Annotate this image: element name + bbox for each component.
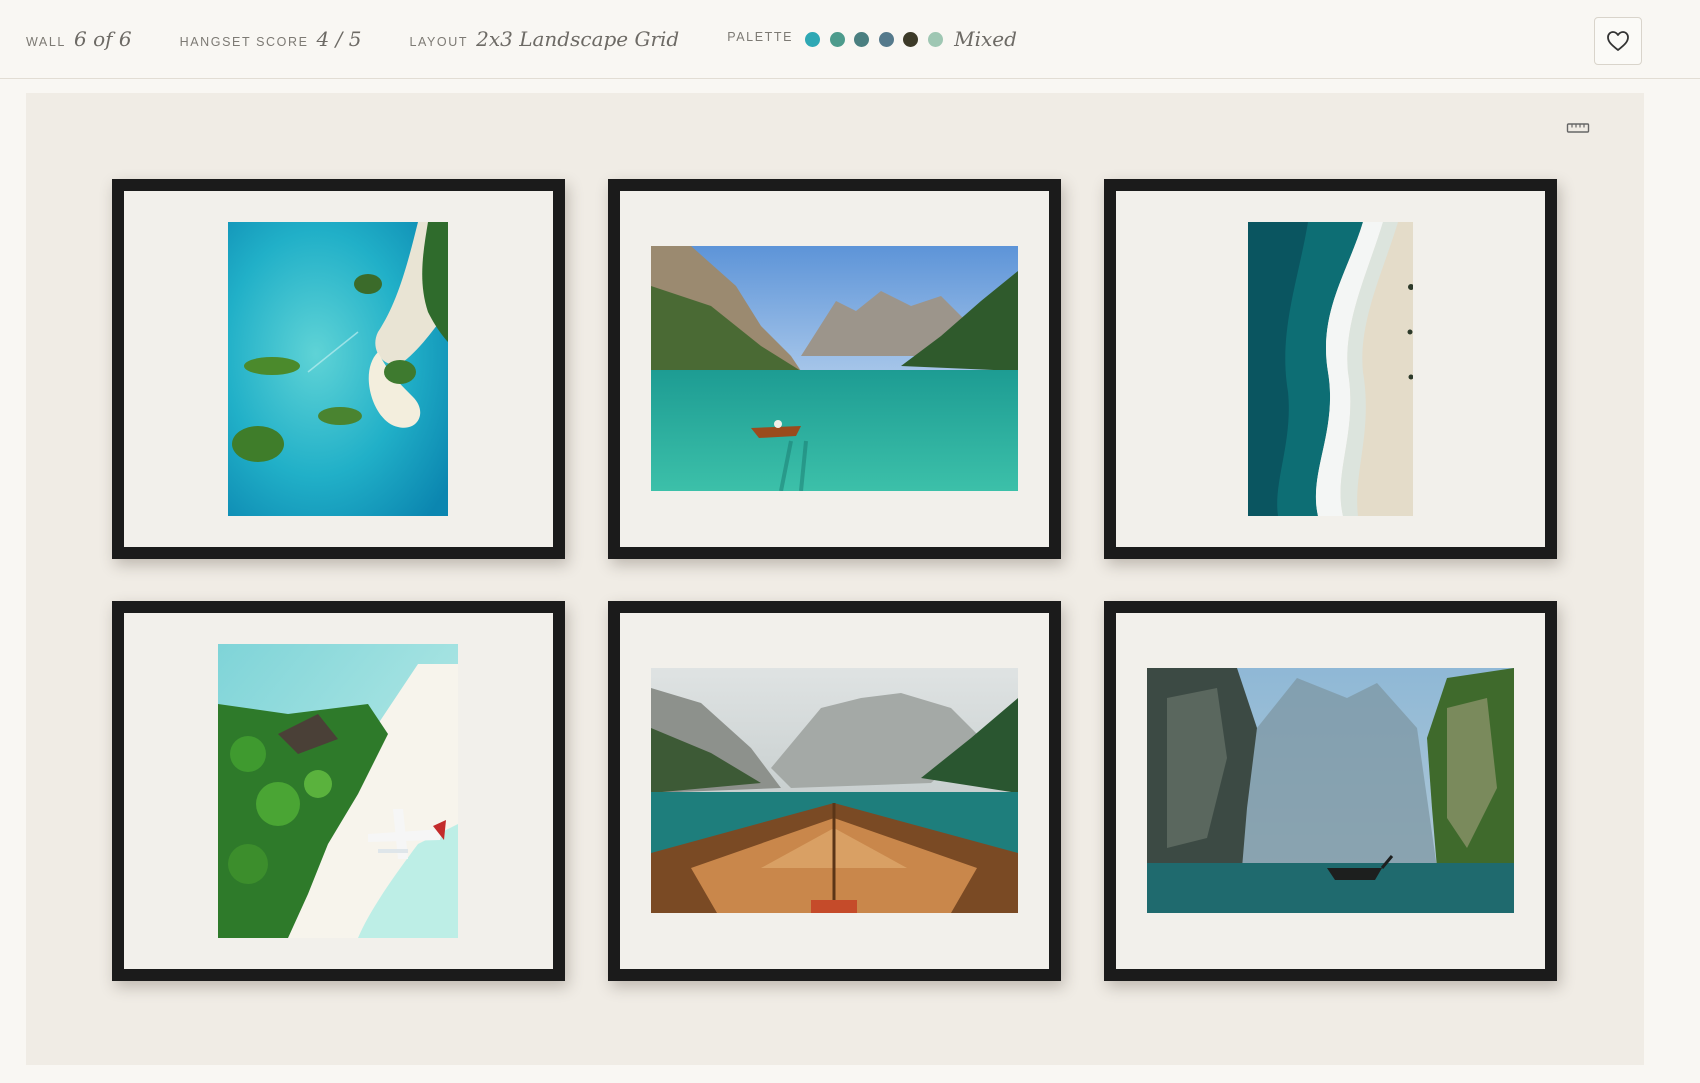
- score-value: 4 / 5: [316, 27, 362, 51]
- wall-value: 6 of 6: [73, 27, 132, 51]
- hangset-score: HANGSET SCORE 4 / 5: [180, 27, 362, 51]
- palette-info: PALETTE Mixed: [727, 27, 1017, 51]
- score-label: HANGSET SCORE: [179, 35, 309, 49]
- artwork-ocean-beach-wave: [1248, 222, 1413, 516]
- artwork-boat-bow-lake: [651, 668, 1018, 913]
- artwork-tropical-islands: [228, 222, 448, 516]
- palette-swatch-4: [878, 31, 894, 47]
- palette-swatch-3: [854, 31, 870, 47]
- palette-swatches: [805, 31, 952, 47]
- wall-label: WALL: [26, 35, 66, 49]
- frame-4[interactable]: [112, 601, 565, 981]
- layout-label: LAYOUT: [409, 35, 469, 49]
- palette-swatch-2: [829, 31, 845, 47]
- artwork-mountain-lake-rowboat: [651, 246, 1018, 491]
- palette-label: PALETTE: [727, 30, 794, 44]
- ruler-icon: [1566, 123, 1590, 133]
- palette-swatch-6: [927, 31, 943, 47]
- layout-info: LAYOUT 2x3 Landscape Grid: [409, 27, 679, 51]
- favorite-button[interactable]: [1594, 17, 1642, 65]
- palette-swatch-1: [805, 31, 821, 47]
- palette-name: Mixed: [954, 27, 1017, 51]
- artwork-limestone-cliffs-boat: [1147, 668, 1514, 913]
- frame-6[interactable]: [1104, 601, 1557, 981]
- header-bar: WALL 6 of 6 HANGSET SCORE 4 / 5 LAYOUT 2…: [0, 0, 1700, 79]
- layout-value: 2x3 Landscape Grid: [476, 27, 680, 51]
- measure-button[interactable]: [1566, 121, 1590, 135]
- frame-5[interactable]: [608, 601, 1061, 981]
- frame-2[interactable]: [608, 179, 1061, 559]
- artwork-island-seaplane: [218, 644, 458, 938]
- frame-3[interactable]: [1104, 179, 1557, 559]
- palette-swatch-5: [903, 31, 919, 47]
- frame-1[interactable]: [112, 179, 565, 559]
- wall-counter: WALL 6 of 6: [26, 27, 132, 51]
- heart-icon: [1607, 31, 1629, 51]
